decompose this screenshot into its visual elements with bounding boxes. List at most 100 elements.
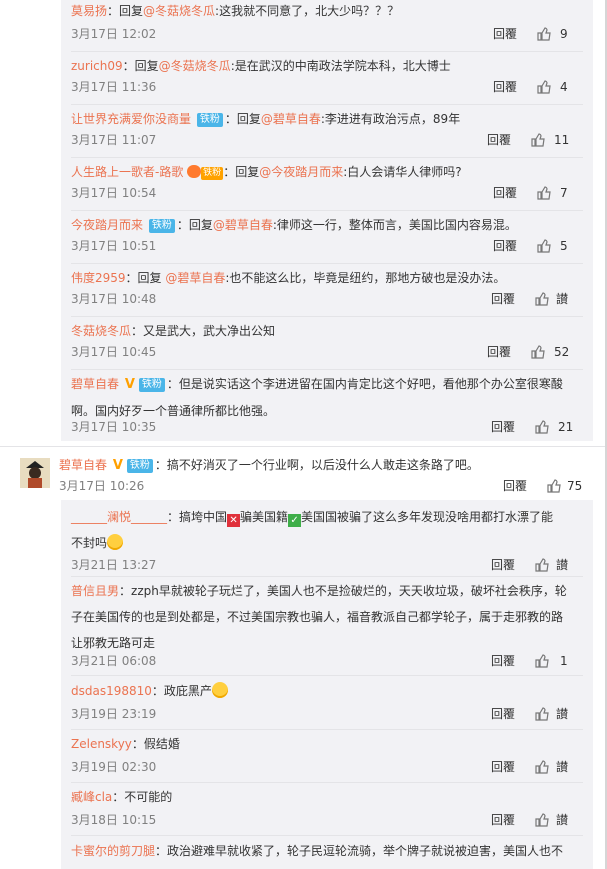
- reply-button[interactable]: 回覆: [493, 77, 517, 97]
- reply-button[interactable]: 回覆: [491, 757, 515, 777]
- reply-text: :白人会请华人律师吗?: [343, 165, 462, 179]
- reply-text: ：不可能的: [112, 790, 173, 804]
- reply-username[interactable]: 今夜踏月而来: [71, 218, 143, 232]
- reply-item: Zelenskyy：假结婚 3月19日 02:30 回覆 讃: [71, 731, 583, 777]
- reply-username[interactable]: zurich09: [71, 59, 123, 73]
- reply-text: ：回复: [122, 59, 159, 73]
- reply-thread-1: 莫易扬：回复@冬菇烧冬瓜:这我就不同意了，北大少吗？？？ 3月17日 12:02…: [61, 0, 593, 441]
- reply-button[interactable]: 回覆: [493, 236, 517, 256]
- reply-username[interactable]: ______澜悦______: [71, 510, 167, 524]
- comment-time: 3月17日 10:26: [59, 479, 145, 493]
- mention-link[interactable]: @碧草自春: [213, 218, 273, 232]
- reply-username[interactable]: 臧峰cla: [71, 790, 112, 804]
- like-count: 7: [560, 186, 568, 200]
- reply-username[interactable]: 人生路上一歌者-路歌: [71, 165, 183, 179]
- reply-username[interactable]: 冬菇烧冬瓜: [71, 324, 131, 338]
- thumbs-up-icon[interactable]: [535, 654, 549, 668]
- reply-button[interactable]: 回覆: [493, 24, 517, 44]
- crown-icon: [187, 165, 202, 178]
- reply-item: 碧草自春 V 铁粉 ：但是说实话这个李进进留在国内肯定比这个好吧，看他那个办公室很寒…: [71, 371, 583, 441]
- mention-link[interactable]: @碧草自春: [165, 271, 225, 285]
- like-label[interactable]: 讃: [556, 757, 568, 777]
- divider: [71, 104, 583, 105]
- mention-link[interactable]: @冬菇烧冬瓜: [159, 59, 231, 73]
- reply-button[interactable]: 回覆: [491, 417, 515, 437]
- reply-button[interactable]: 回覆: [491, 289, 515, 309]
- reply-username[interactable]: dsdas198810: [71, 684, 152, 698]
- fan-badge: 铁粉: [201, 167, 224, 180]
- reply-username[interactable]: 让世界充满爱你没商量: [71, 112, 191, 126]
- avatar[interactable]: [20, 458, 50, 488]
- reply-text-line2: 啊。国内好歹一个普通律所都比他强。: [71, 404, 276, 418]
- reply-button[interactable]: 回覆: [493, 183, 517, 203]
- reply-button[interactable]: 回覆: [491, 810, 515, 830]
- reply-time: 3月17日 11:36: [71, 80, 157, 94]
- reply-username[interactable]: 伟度2959: [71, 271, 126, 285]
- reply-time: 3月18日 10:15: [71, 813, 157, 827]
- comment-text: ：搞不好消灭了一个行业啊，以后没什么人敢走这条路了吧。: [154, 458, 479, 472]
- reply-username[interactable]: 莫易扬: [71, 4, 107, 18]
- comment-username[interactable]: 碧草自春: [59, 458, 107, 472]
- thumbs-up-icon[interactable]: [535, 420, 549, 434]
- mention-link[interactable]: @今夜踏月而来: [259, 165, 343, 179]
- reply-text: ：回复: [107, 4, 144, 18]
- thumbs-up-icon[interactable]: [531, 345, 545, 359]
- thumbs-up-icon[interactable]: [537, 239, 551, 253]
- like-label[interactable]: 讃: [556, 289, 568, 309]
- reply-time: 3月17日 12:02: [71, 27, 157, 41]
- fan-badge: 铁粉: [148, 219, 175, 233]
- thumbs-up-icon[interactable]: [535, 292, 549, 306]
- thumbs-up-icon[interactable]: [535, 760, 549, 774]
- like-count: 9: [560, 27, 568, 41]
- divider: [71, 51, 583, 52]
- reply-text: :律师这一行，整体而言，美国比国内容易混。: [272, 218, 517, 232]
- divider: [0, 446, 607, 447]
- like-label[interactable]: 讃: [556, 704, 568, 724]
- reply-item: 臧峰cla：不可能的 3月18日 10:15 回覆 讃: [71, 784, 583, 830]
- reply-item: 伟度2959：回复 @碧草自春:也不能这么比，毕竟是纽约，那地方破也是没办法。 …: [71, 265, 583, 311]
- reply-time: 3月17日 11:07: [71, 133, 157, 147]
- fan-badge: 铁粉: [196, 113, 223, 127]
- reply-button[interactable]: 回覆: [487, 130, 511, 150]
- reply-button[interactable]: 回覆: [503, 476, 527, 496]
- reply-text: :李进进有政治污点，89年: [320, 112, 461, 126]
- thumbs-up-icon[interactable]: [531, 133, 545, 147]
- reply-button[interactable]: 回覆: [487, 342, 511, 362]
- reply-username[interactable]: 普信且男: [71, 584, 119, 598]
- divider: [71, 675, 583, 676]
- like-label[interactable]: 讃: [556, 810, 568, 830]
- mention-link[interactable]: @碧草自春: [261, 112, 321, 126]
- reply-username[interactable]: 卡蜜尔的剪刀腿: [71, 844, 155, 858]
- thumbs-up-icon[interactable]: [537, 27, 551, 41]
- reply-item: 普信且男：zzph早就被轮子玩烂了，美国人也不是捡破烂的，天天收垃圾，破坏社会秩…: [71, 578, 583, 672]
- reply-username[interactable]: 碧草自春: [71, 377, 119, 391]
- cross-mark-icon: ✕: [227, 514, 241, 527]
- reply-item: 人生路上一歌者-路歌 铁粉 ：回复@今夜踏月而来:白人会请华人律师吗? 3月17日…: [71, 159, 583, 205]
- reply-time: 3月17日 10:48: [71, 292, 157, 306]
- reply-text: ：假结婚: [131, 737, 180, 751]
- reply-time: 3月17日 10:51: [71, 239, 157, 253]
- like-count: 75: [567, 479, 583, 493]
- reply-time: 3月17日 10:54: [71, 186, 157, 200]
- mention-link[interactable]: @冬菇烧冬瓜: [143, 4, 215, 18]
- divider: [71, 782, 583, 783]
- reply-button[interactable]: 回覆: [491, 555, 515, 575]
- divider: [71, 369, 583, 370]
- thumbs-up-icon[interactable]: [535, 558, 549, 572]
- reply-button[interactable]: 回覆: [491, 704, 515, 724]
- like-count: 11: [554, 133, 570, 147]
- like-label[interactable]: 讃: [556, 555, 568, 575]
- thumbs-up-icon[interactable]: [535, 707, 549, 721]
- reply-text: ：zzph早就被轮子玩烂了，美国人也不是捡破烂的，天天收垃圾，破坏社会秩序，轮: [119, 584, 567, 598]
- reply-button[interactable]: 回覆: [491, 651, 515, 671]
- thumbs-up-icon[interactable]: [537, 186, 551, 200]
- reply-text: ：又是武大，武大净出公知: [131, 324, 276, 338]
- vip-v-icon: V: [124, 377, 135, 392]
- thumbs-up-icon[interactable]: [535, 813, 549, 827]
- thumbs-up-icon[interactable]: [537, 80, 551, 94]
- divider: [71, 157, 583, 158]
- reply-time: 3月19日 23:19: [71, 707, 157, 721]
- reply-username[interactable]: Zelenskyy: [71, 737, 132, 751]
- reply-item: 卡蜜尔的剪刀腿：政治避难早就收紧了，轮子民逗轮流骑，举个牌子就说被迫害，美国人也…: [71, 838, 583, 869]
- thumbs-up-icon[interactable]: [547, 479, 561, 493]
